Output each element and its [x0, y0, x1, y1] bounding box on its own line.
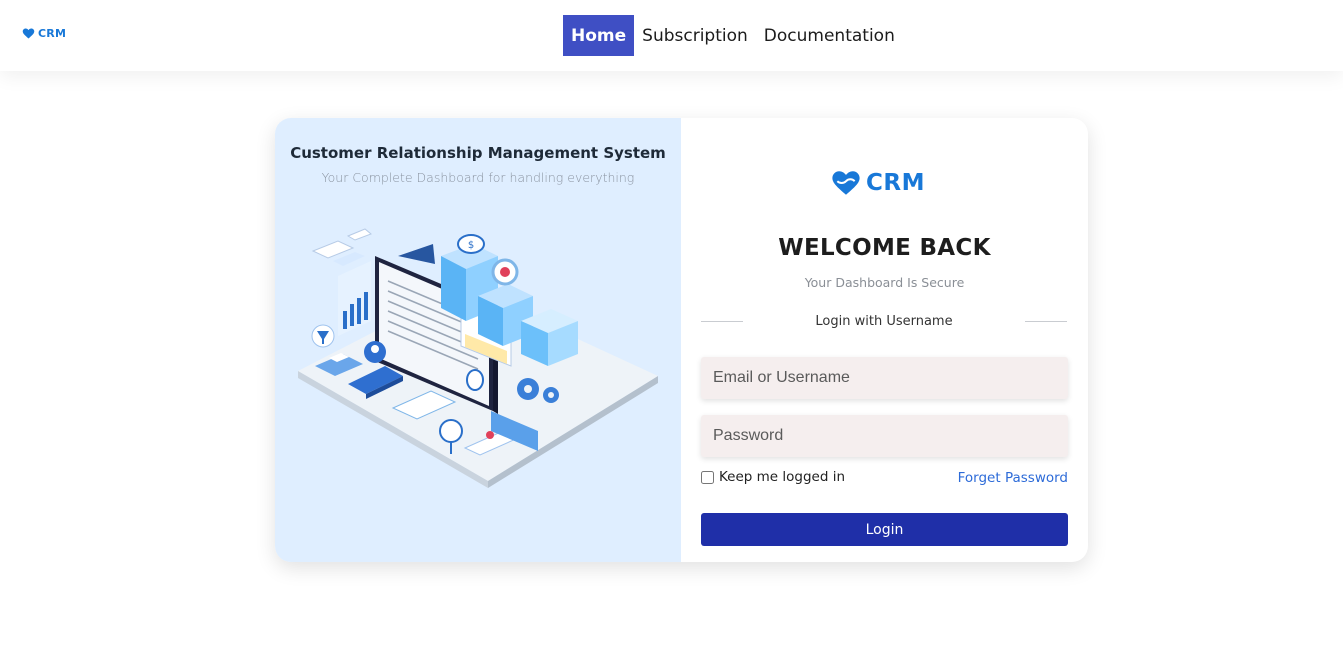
remember-checkbox[interactable] [701, 470, 714, 484]
divider-text: Login with Username [815, 314, 953, 329]
divider-line-left [701, 321, 743, 322]
svg-text:$: $ [468, 240, 474, 251]
username-input[interactable] [701, 357, 1068, 399]
main-nav: Home Subscription Documentation [563, 15, 903, 56]
nav-subscription[interactable]: Subscription [634, 15, 756, 56]
login-button[interactable]: Login [701, 513, 1068, 546]
nav-documentation[interactable]: Documentation [756, 15, 903, 56]
password-input[interactable] [701, 415, 1068, 457]
nav-home[interactable]: Home [563, 15, 635, 56]
crm-logo-text: CRM [866, 170, 925, 196]
remember-label: Keep me logged in [719, 469, 846, 485]
hero-panel: Customer Relationship Management System … [275, 118, 681, 562]
hero-subtitle: Your Complete Dashboard for handling eve… [321, 170, 635, 185]
hero-title: Customer Relationship Management System [290, 144, 666, 162]
welcome-heading: WELCOME BACK [778, 235, 991, 261]
remember-me[interactable]: Keep me logged in [701, 469, 845, 485]
login-panel: CRM WELCOME BACK Your Dashboard Is Secur… [681, 118, 1088, 562]
brand-text: CRM [38, 27, 67, 40]
secure-subtitle: Your Dashboard Is Secure [804, 275, 965, 290]
top-navbar: CRM Home Subscription Documentation [0, 0, 1343, 71]
divider-line-right [1025, 321, 1067, 322]
forget-password-link[interactable]: Forget Password [958, 470, 1068, 486]
heart-icon [22, 28, 35, 39]
brand-logo[interactable]: CRM [22, 27, 66, 40]
isometric-dashboard-illustration: $ [298, 228, 658, 488]
crm-logo: CRM [831, 170, 925, 196]
heart-icon [832, 171, 860, 195]
login-card: Customer Relationship Management System … [275, 118, 1088, 562]
login-divider: Login with Username [701, 314, 1067, 329]
